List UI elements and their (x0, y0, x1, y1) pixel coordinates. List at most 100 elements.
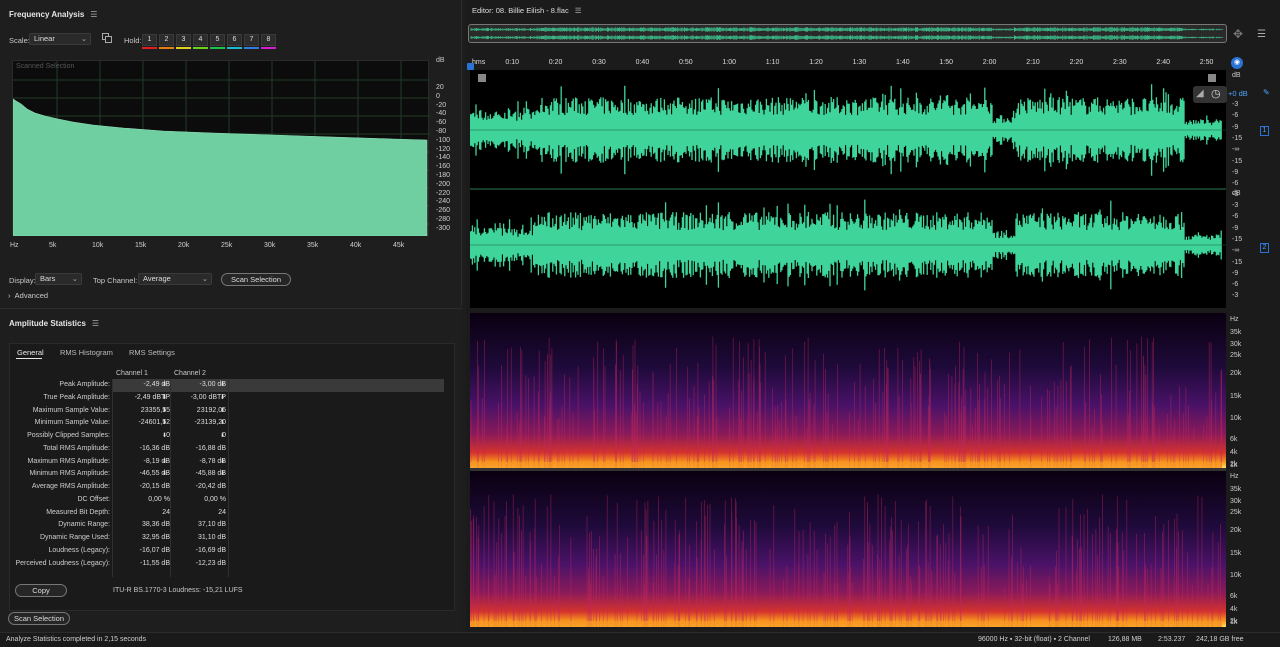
waveform-view[interactable] (469, 70, 1226, 308)
pin-icon[interactable]: ⬇ (220, 432, 225, 439)
hold-button-1[interactable]: 1 (142, 34, 157, 46)
zoom-icon[interactable]: ✥ (1233, 27, 1243, 41)
overview-trace (470, 27, 1223, 40)
headphones-icon[interactable]: ◉ (1231, 57, 1243, 69)
hold-color-swatch (227, 47, 242, 49)
db-tick: -80 (436, 128, 447, 135)
advanced-toggle[interactable]: › Advanced (8, 291, 48, 300)
playhead-marker[interactable] (467, 63, 474, 70)
panel-menu-icon[interactable]: ☰ (575, 6, 582, 15)
db-scale-tick: -9 (1232, 224, 1239, 232)
pin-icon[interactable]: ⬇ (162, 419, 167, 426)
channel-1-value: -16,07 dB (139, 546, 170, 554)
volume-knob-icon[interactable]: ◷ (1211, 87, 1221, 100)
hz-scale-tick: 4k (1230, 606, 1238, 613)
channel-1-badge[interactable]: 1 (1260, 126, 1269, 136)
channel-2-value: 24 (218, 508, 226, 516)
hold-button-8[interactable]: 8 (261, 34, 276, 46)
hz-scale-tick: 10k (1230, 415, 1242, 422)
scan-selection-button[interactable]: Scan Selection (221, 273, 291, 286)
hold-label: Hold: (124, 36, 142, 45)
top-channel-dropdown[interactable]: Average ⌄ (138, 273, 212, 285)
timeline-tick: 0:20 (548, 59, 563, 66)
db-tick: -260 (436, 207, 451, 215)
timeline-ruler[interactable] (468, 55, 1220, 69)
scale-dropdown[interactable]: Linear ⌄ (29, 33, 91, 45)
hz-tick: 25k (221, 242, 233, 249)
spectral-view[interactable] (470, 313, 1226, 627)
tab-general[interactable]: General (17, 348, 44, 357)
fade-in-handle[interactable] (478, 74, 486, 82)
copy-button[interactable]: Copy (15, 584, 67, 597)
hold-button-7[interactable]: 7 (244, 34, 259, 46)
hz-scale-tick: 30k (1230, 341, 1242, 348)
waveform-channels (469, 84, 1226, 291)
pin-icon[interactable]: ⬇ (220, 381, 225, 388)
channel-2-value: -3,00 dB (199, 381, 226, 388)
pin-icon[interactable]: ⬇ (162, 381, 167, 388)
hud-volume[interactable]: ◢ ◷ (1193, 86, 1227, 103)
fade-out-handle[interactable] (1208, 74, 1216, 82)
hold-color-swatch (244, 47, 259, 49)
panel-menu-icon[interactable]: ☰ (90, 10, 97, 19)
pin-icon[interactable]: ⬇ (162, 458, 167, 465)
hold-button-3[interactable]: 3 (176, 34, 191, 46)
db-scale-tick: -9 (1232, 269, 1239, 277)
timeline-tick: 1:50 (939, 59, 954, 66)
db-tick: -120 (436, 145, 451, 153)
pin-icon[interactable]: ⬇ (220, 407, 225, 414)
scale-label: Scale: (9, 36, 30, 45)
frequency-analysis-panel: Frequency Analysis ☰ Scale: Linear ⌄ Hold:… (0, 0, 462, 306)
pin-icon[interactable]: ⬇ (162, 394, 167, 401)
hold-button-5[interactable]: 5 (210, 34, 225, 46)
stat-label: Maximum RMS Amplitude: (27, 457, 110, 465)
stats-row: True Peak Amplitude: -2,49 dBTP -3,00 dBTP… (10, 393, 444, 406)
stats-row: Average RMS Amplitude: -20,15 dB -20,42 dB (10, 482, 444, 495)
hold-color-swatch (210, 47, 225, 49)
copy-icon[interactable] (102, 33, 112, 43)
stat-label: Possibly Clipped Samples: (27, 432, 110, 439)
stat-label: Minimum RMS Amplitude: (29, 470, 110, 478)
channel-1-value: 32,95 dB (141, 534, 170, 541)
db-scale-tick: -3 (1232, 202, 1239, 209)
hz-tick: 15k (135, 242, 147, 249)
channel-2-header: Channel 2 (174, 370, 206, 377)
stats-row: Loudness (Legacy): -16,07 dB -16,69 dB (10, 546, 444, 559)
pin-icon[interactable]: ✎ (1263, 88, 1270, 97)
channel-2-value: -8,78 dB (199, 457, 226, 465)
hz-tick: 10k (92, 242, 104, 249)
pin-icon[interactable]: ⬇ (220, 394, 225, 401)
pin-icon[interactable]: ⬇ (162, 407, 167, 414)
menu-lines-icon[interactable]: ☰ (1257, 29, 1266, 40)
hz-scale-tick: 6k (1230, 436, 1238, 443)
stat-label: Peak Amplitude: (59, 381, 110, 388)
pin-icon[interactable]: ⬇ (220, 419, 225, 426)
hz-tick: 35k (307, 242, 319, 249)
hz-scale-tick: 25k (1230, 352, 1242, 359)
pin-icon[interactable]: ⬇ (162, 470, 167, 477)
timeline-tick: 2:50 (1199, 59, 1214, 66)
pin-icon[interactable]: ⬇ (162, 432, 167, 439)
overview-navigator[interactable] (468, 24, 1227, 43)
db-scale-tick: -3 (1232, 292, 1239, 300)
editor-title: Editor: 08. Billie Eilish - 8.flac ☰ (472, 6, 582, 15)
scan-selection-button[interactable]: Scan Selection (8, 612, 70, 625)
low-frequency-band (470, 621, 1222, 627)
spec1-hz-unit: Hz (1230, 316, 1239, 323)
panel-menu-icon[interactable]: ☰ (92, 319, 99, 328)
hz-scale-tick: 15k (1230, 393, 1242, 400)
pin-icon[interactable]: ⬇ (220, 458, 225, 465)
chevron-right-icon: › (8, 291, 11, 300)
hold-button-2[interactable]: 2 (159, 34, 174, 46)
stat-label: Dynamic Range: (58, 521, 110, 529)
pin-icon[interactable]: ⬇ (220, 470, 225, 477)
hz-scale-tick: 15k (1230, 550, 1242, 557)
display-dropdown[interactable]: Bars ⌄ (35, 273, 82, 285)
tab-rms-settings[interactable]: RMS Settings (129, 348, 175, 357)
tab-rms-histogram[interactable]: RMS Histogram (60, 348, 113, 357)
stat-label: Loudness (Legacy): (48, 546, 110, 554)
frequency-spectrum (13, 61, 430, 236)
hold-button-4[interactable]: 4 (193, 34, 208, 46)
hold-button-6[interactable]: 6 (227, 34, 242, 46)
channel-2-badge[interactable]: 2 (1260, 243, 1269, 253)
